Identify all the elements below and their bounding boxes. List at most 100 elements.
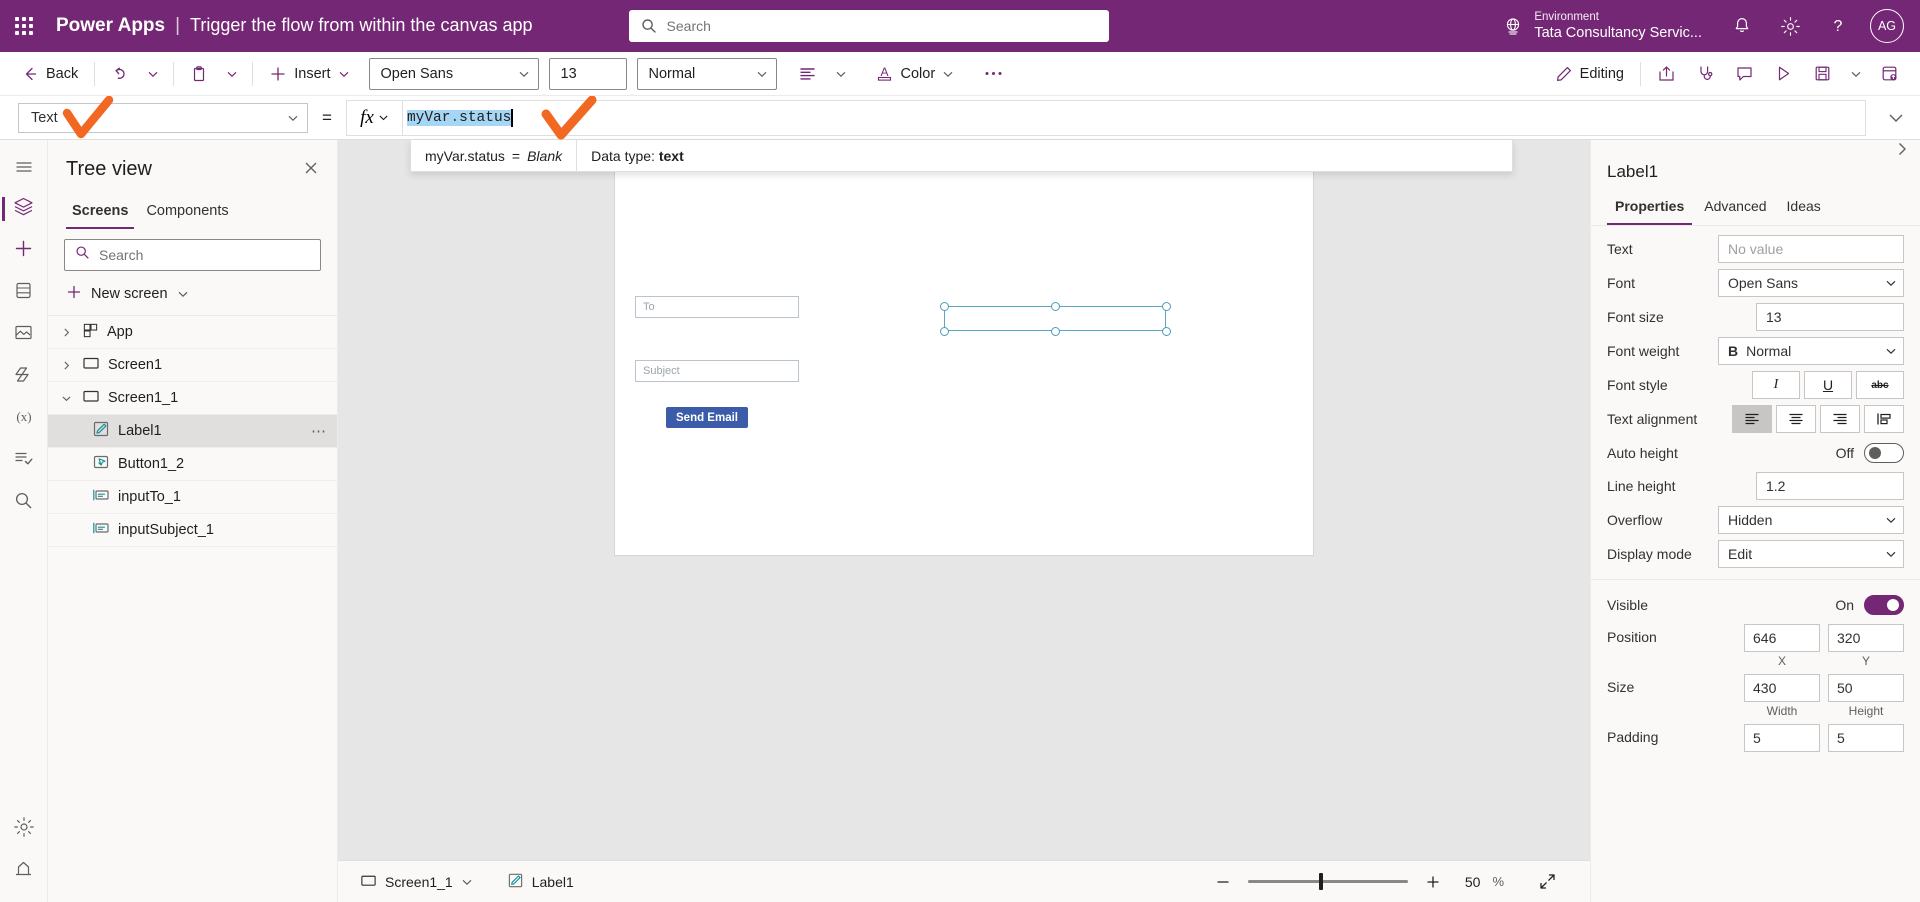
sidebar-item-power-automate[interactable] (2, 356, 46, 398)
position-y-input[interactable]: 320 (1828, 624, 1904, 652)
color-button[interactable]: A Color (866, 57, 964, 91)
save-button[interactable] (1804, 57, 1841, 91)
app-canvas-screen[interactable]: To Subject Send Email (615, 167, 1313, 555)
align-justify-button[interactable] (1864, 405, 1904, 433)
resize-handle-se[interactable] (1161, 326, 1171, 336)
bell-icon[interactable] (1720, 4, 1764, 48)
font-weight-dropdown[interactable]: Normal (636, 57, 777, 90)
publish-button[interactable] (1871, 57, 1908, 91)
tab-advanced[interactable]: Advanced (1696, 192, 1774, 225)
text-align-button[interactable] (789, 57, 826, 91)
environment-selector[interactable]: Environment Tata Consultancy Servic... (1488, 10, 1716, 43)
editing-mode-button[interactable]: Editing (1546, 57, 1633, 91)
auto-height-toggle[interactable] (1864, 442, 1904, 463)
size-height-input[interactable]: 50 (1828, 674, 1904, 702)
undo-button[interactable] (102, 57, 138, 91)
chevron-right-icon[interactable] (1888, 141, 1916, 162)
padding-1-input[interactable]: 5 (1744, 724, 1820, 752)
align-left-button[interactable] (1732, 405, 1772, 433)
chevron-right-icon[interactable] (58, 360, 74, 371)
ellipsis-icon[interactable]: ⋯ (311, 422, 327, 440)
question-mark-icon[interactable]: ? (1816, 4, 1860, 48)
status-screen-selector[interactable]: Screen1_1 (352, 867, 481, 897)
status-control-selector[interactable]: Label1 (499, 867, 582, 897)
padding-2-input[interactable]: 5 (1828, 724, 1904, 752)
property-dropdown[interactable]: Text (18, 102, 308, 133)
tab-components[interactable]: Components (140, 197, 234, 229)
font-dropdown[interactable]: Open Sans (1718, 269, 1904, 297)
font-name-dropdown[interactable]: Open Sans (368, 57, 539, 90)
chevron-down-icon[interactable] (58, 393, 74, 404)
resize-handle-sw[interactable] (939, 326, 949, 336)
font-size-input[interactable]: 13 (548, 57, 627, 90)
sidebar-item-extensions[interactable] (2, 850, 46, 892)
insert-button[interactable]: Insert (260, 57, 358, 91)
subject-input[interactable]: Subject (635, 360, 799, 382)
sidebar-item-tree-view[interactable] (1, 188, 46, 230)
sidebar-item-insert[interactable] (2, 230, 46, 272)
tree-node-screen1-1[interactable]: Screen1_1 (48, 382, 337, 415)
italic-button[interactable]: I (1752, 371, 1800, 399)
hamburger-menu-icon[interactable] (2, 146, 46, 188)
text-field[interactable]: No value (1718, 235, 1904, 263)
tree-node-inputsubject-1[interactable]: inputSubject_1 (48, 514, 337, 547)
visible-toggle[interactable] (1864, 594, 1904, 615)
sidebar-item-media[interactable] (2, 314, 46, 356)
resize-handle-n[interactable] (1050, 301, 1060, 311)
text-align-caret-button[interactable] (828, 57, 854, 91)
tree-node-label1[interactable]: Label1 ⋯ (48, 415, 337, 448)
resize-handle-ne[interactable] (1161, 301, 1171, 311)
tree-node-inputto-1[interactable]: inputTo_1 (48, 481, 337, 514)
sidebar-item-settings[interactable] (2, 808, 46, 850)
resize-handle-nw[interactable] (939, 301, 949, 311)
fit-screen-expand-icon[interactable] (1534, 869, 1560, 895)
brand-title[interactable]: Power Apps | Trigger the flow from within … (48, 15, 533, 37)
more-commands-button[interactable] (975, 57, 1012, 91)
tab-ideas[interactable]: Ideas (1779, 192, 1829, 225)
tree-node-app[interactable]: App (48, 316, 337, 349)
sidebar-item-app-checker[interactable] (2, 440, 46, 482)
size-width-input[interactable]: 430 (1744, 674, 1820, 702)
font-size-field[interactable]: 13 (1756, 303, 1904, 331)
resize-handle-s[interactable] (1050, 326, 1060, 336)
overflow-dropdown[interactable]: Hidden (1718, 506, 1904, 534)
sidebar-item-data[interactable] (2, 272, 46, 314)
paste-button[interactable] (181, 57, 217, 91)
formula-bar-expand-button[interactable] (1876, 109, 1916, 127)
new-screen-button[interactable]: New screen (48, 275, 337, 315)
avatar[interactable]: AG (1870, 9, 1904, 43)
zoom-out-button[interactable] (1210, 869, 1236, 895)
undo-caret-button[interactable] (140, 57, 166, 91)
comments-button[interactable] (1726, 57, 1763, 91)
zoom-slider[interactable] (1248, 873, 1409, 890)
formula-input[interactable]: myVar.status (403, 101, 1865, 135)
chevron-right-icon[interactable] (58, 327, 74, 338)
share-button[interactable] (1648, 57, 1685, 91)
font-weight-dropdown[interactable]: B Normal (1718, 337, 1904, 365)
zoom-slider-thumb[interactable] (1318, 873, 1323, 890)
tree-search-box[interactable] (64, 239, 321, 271)
preview-app-button[interactable] (1765, 57, 1802, 91)
sidebar-item-variables[interactable]: (x) (2, 398, 46, 440)
waffle-grid-icon[interactable] (0, 0, 48, 52)
position-x-input[interactable]: 646 (1744, 624, 1820, 652)
zoom-in-button[interactable] (1420, 869, 1446, 895)
display-mode-dropdown[interactable]: Edit (1718, 540, 1904, 568)
align-right-button[interactable] (1820, 405, 1860, 433)
tab-screens[interactable]: Screens (66, 197, 135, 229)
save-caret-button[interactable] (1843, 57, 1869, 91)
search-input[interactable] (666, 18, 1097, 34)
align-center-button[interactable] (1776, 405, 1816, 433)
tree-node-screen1[interactable]: Screen1 (48, 349, 337, 382)
strikethrough-button[interactable]: abc (1856, 371, 1904, 399)
tree-node-button1-2[interactable]: Button1_2 (48, 448, 337, 481)
fx-function-button[interactable]: fx (346, 100, 403, 135)
sidebar-item-search[interactable] (2, 482, 46, 524)
app-checker-button[interactable] (1687, 57, 1724, 91)
gear-icon[interactable] (1768, 4, 1812, 48)
back-button[interactable]: Back (12, 57, 87, 91)
global-search-box[interactable] (628, 10, 1109, 42)
paste-caret-button[interactable] (219, 57, 245, 91)
underline-button[interactable]: U (1804, 371, 1852, 399)
line-height-field[interactable]: 1.2 (1756, 472, 1904, 500)
